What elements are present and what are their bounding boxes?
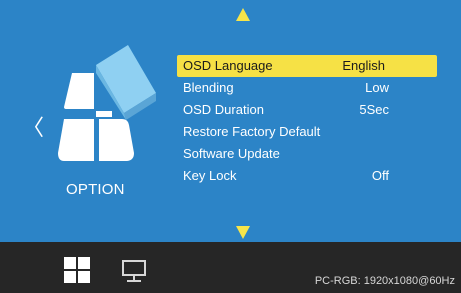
option-blocks-icon <box>58 45 156 161</box>
menu-item-value: Off <box>371 168 389 183</box>
menu-item-osd-language[interactable]: OSD Language English <box>177 55 437 77</box>
osd-screen: 〈 OPTION OSD Language English Blending L… <box>0 0 461 293</box>
menu-item-label: OSD Language <box>183 58 273 73</box>
menu-item-blending[interactable]: Blending Low <box>177 77 437 99</box>
signal-status: PC-RGB: 1920x1080@60Hz <box>314 275 455 287</box>
menu-item-key-lock[interactable]: Key Lock Off <box>177 165 437 187</box>
menu-item-label: Software Update <box>183 146 280 161</box>
left-arrow-icon[interactable]: 〈 <box>22 118 44 140</box>
menu-item-restore-factory-default[interactable]: Restore Factory Default <box>177 121 437 143</box>
category-label: OPTION <box>66 181 125 198</box>
menu-item-software-update[interactable]: Software Update <box>177 143 437 165</box>
menu-item-label: Restore Factory Default <box>183 124 321 139</box>
triangle-up-icon[interactable] <box>236 8 250 21</box>
menu-item-value: 5Sec <box>359 102 389 117</box>
triangle-down-icon[interactable] <box>236 226 250 239</box>
monitor-icon[interactable] <box>121 259 147 283</box>
menu-item-osd-duration[interactable]: OSD Duration 5Sec <box>177 99 437 121</box>
osd-menu: OSD Language English Blending Low OSD Du… <box>177 55 437 187</box>
menu-item-label: Blending <box>183 80 234 95</box>
osd-main-panel: 〈 OPTION OSD Language English Blending L… <box>0 0 461 242</box>
menu-item-value: English <box>342 58 385 73</box>
menu-item-label: OSD Duration <box>183 102 264 117</box>
menu-item-value: Low <box>365 80 389 95</box>
menu-item-label: Key Lock <box>183 168 237 183</box>
grid-icon[interactable] <box>64 257 90 283</box>
